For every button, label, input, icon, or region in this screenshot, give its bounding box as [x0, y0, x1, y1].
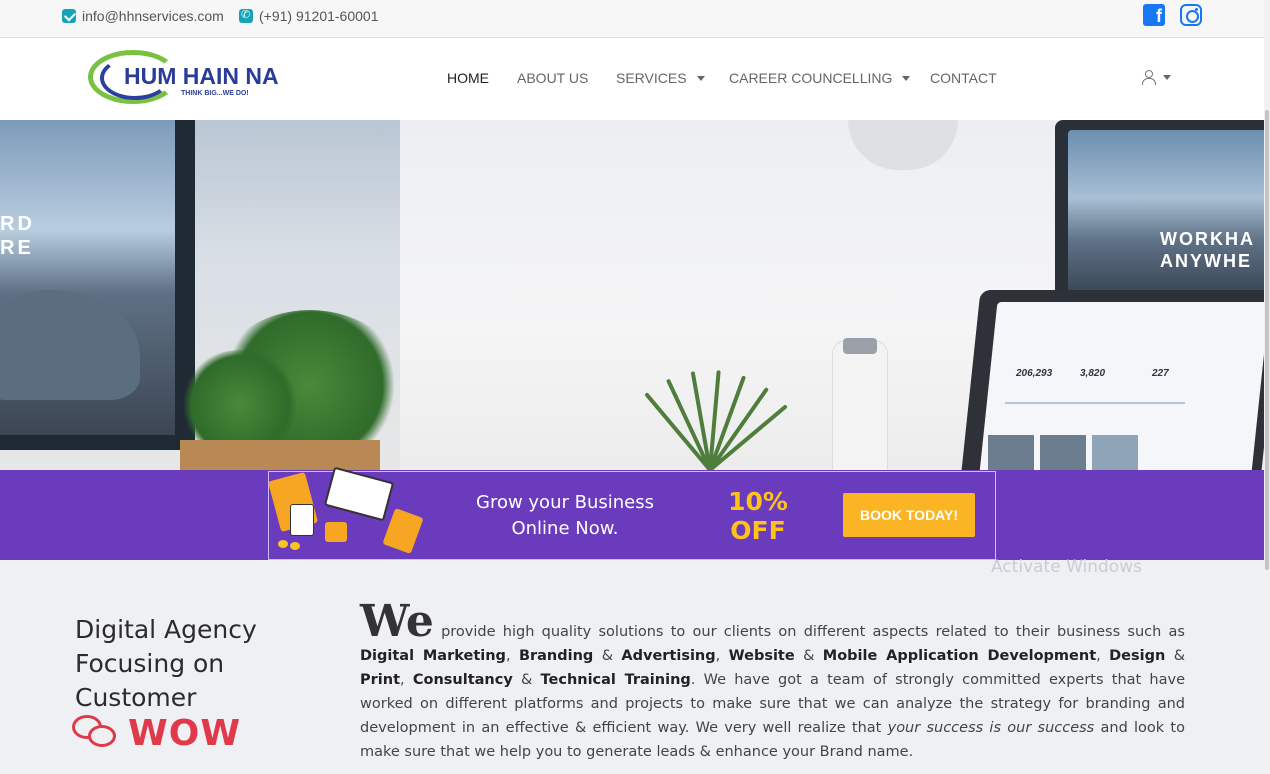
laptop-thumbnail — [988, 435, 1034, 470]
monitor-right-text: WORKHA ANYWHE — [1160, 229, 1255, 271]
user-icon — [1141, 70, 1156, 85]
phone-link[interactable]: (+91) 91201-60001 — [239, 8, 379, 24]
chevron-down-icon — [696, 75, 705, 81]
chevron-down-icon — [902, 75, 911, 81]
email-text: info@hhnservices.com — [82, 8, 224, 24]
discount-badge: 10% OFF — [718, 487, 798, 545]
laptop-stat: 206,293 — [1016, 368, 1053, 379]
laptop-stat: 227 — [1152, 368, 1169, 379]
laptop-thumbnail — [1092, 435, 1138, 470]
nav-career-councelling[interactable]: CAREER COUNCELLING — [729, 70, 911, 86]
nav-services-label: SERVICES — [616, 70, 687, 86]
book-today-button[interactable]: BOOK TODAY! — [843, 493, 975, 537]
lamp — [848, 120, 958, 170]
about-text: , — [505, 648, 519, 664]
service-print: Print — [360, 672, 401, 688]
service-consultancy: Consultancy — [412, 672, 513, 688]
about-text: & — [794, 648, 823, 664]
activate-windows-watermark: Activate Windows — [991, 557, 1142, 577]
phone-text: (+91) 91201-60001 — [259, 8, 379, 24]
water-bottle — [832, 340, 888, 470]
about-text: , — [715, 648, 729, 664]
hero-banner: RD RE WORKHA ANYWHE 206,293 3,820 227 — [0, 120, 1264, 470]
plant-pot — [180, 440, 380, 470]
email-link[interactable]: info@hhnservices.com — [62, 8, 224, 24]
nav-about-us[interactable]: ABOUT US — [517, 70, 588, 86]
nav-career-label: CAREER COUNCELLING — [729, 70, 893, 86]
about-text: , — [400, 672, 413, 688]
nav-contact-label: CONTACT — [930, 70, 997, 86]
about-heading: Digital Agency Focusing on Customer — [75, 615, 257, 712]
phone-icon — [239, 8, 253, 23]
facebook-icon[interactable]: f — [1143, 4, 1165, 26]
main-header: HUM HAIN NA THINK BIG...WE DO! HOME ABOU… — [0, 38, 1264, 120]
laptop-stat: 3,820 — [1080, 368, 1106, 379]
nav-contact[interactable]: CONTACT — [930, 70, 997, 86]
monitor-rock — [0, 290, 140, 400]
service-website: Website — [728, 648, 795, 664]
monitor-left-text: RD RE — [0, 213, 35, 259]
promo-line-1: Grow your Business — [476, 492, 654, 513]
spiky-plant — [640, 360, 788, 470]
about-text: , — [1096, 648, 1110, 664]
about-text: & — [593, 648, 622, 664]
wow-tagline: WOW — [72, 713, 241, 754]
promo-line-2: Online Now. — [511, 518, 619, 539]
about-emphasis: your success is our success — [887, 720, 1095, 736]
scrollbar-thumb[interactable] — [1265, 110, 1269, 570]
hero-image-right: WORKHA ANYWHE 206,293 3,820 227 — [400, 120, 1264, 470]
service-mobile-app: Mobile Application Development — [822, 648, 1097, 664]
chat-bubbles-icon — [72, 714, 118, 753]
hero-image-left: RD RE — [0, 120, 400, 470]
nav-services[interactable]: SERVICES — [616, 70, 705, 86]
about-text: & — [512, 672, 541, 688]
logo-tagline: THINK BIG...WE DO! — [181, 90, 249, 97]
about-paragraph: We provide high quality solutions to our… — [360, 600, 1185, 764]
bottle-cap — [843, 338, 877, 354]
service-design: Design — [1109, 648, 1166, 664]
user-menu[interactable] — [1141, 70, 1171, 85]
instagram-icon[interactable] — [1180, 4, 1202, 26]
monitor-right-screen — [1068, 130, 1264, 300]
laptop-chart-line — [1004, 402, 1186, 404]
chevron-down-icon — [1163, 74, 1171, 80]
laptop-thumbnail — [1040, 435, 1086, 470]
about-text: provide high quality solutions to our cl… — [433, 624, 1185, 640]
service-technical-training: Technical Training — [540, 672, 691, 688]
discount-percent: 10% — [728, 487, 788, 516]
logo-text: HUM HAIN NA — [124, 63, 279, 89]
nav-about-label: ABOUT US — [517, 70, 589, 86]
monitor-left-screen — [0, 120, 175, 435]
about-text: & — [1165, 648, 1186, 664]
we-dropcap: We — [360, 596, 434, 647]
envelope-icon — [62, 9, 76, 23]
nav-home[interactable]: HOME — [447, 70, 489, 86]
service-branding: Branding — [518, 648, 594, 664]
stationery-illustration — [267, 466, 430, 558]
promo-headline: Grow your Business Online Now. — [440, 490, 690, 542]
site-logo[interactable]: HUM HAIN NA THINK BIG...WE DO! — [88, 50, 288, 106]
discount-off: OFF — [730, 516, 786, 545]
service-digital-marketing: Digital Marketing — [360, 648, 506, 664]
wow-text: WOW — [128, 713, 242, 754]
monitor-left — [0, 120, 195, 450]
service-advertising: Advertising — [621, 648, 716, 664]
nav-home-label: HOME — [447, 70, 489, 86]
top-contact-bar: info@hhnservices.com (+91) 91201-60001 f — [0, 0, 1264, 38]
